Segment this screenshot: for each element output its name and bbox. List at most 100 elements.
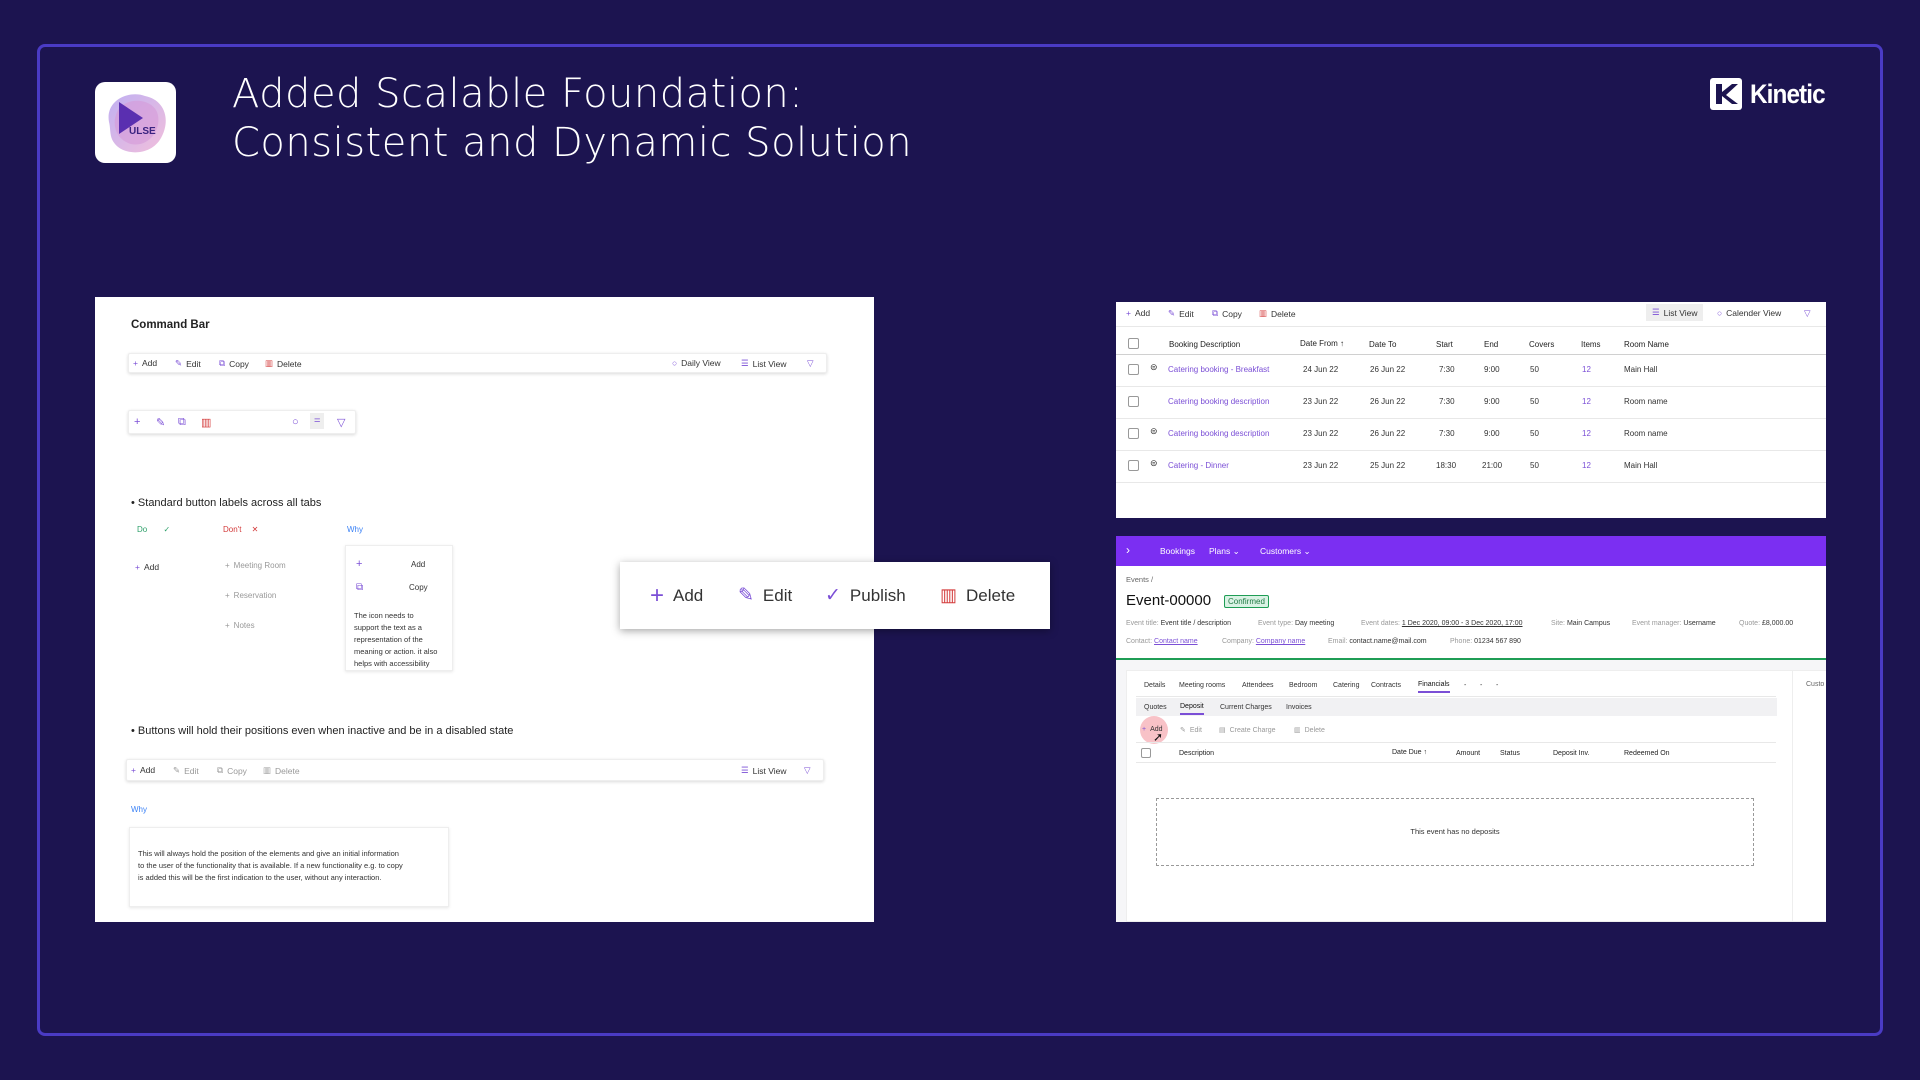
list-icon[interactable]: = bbox=[310, 413, 325, 429]
circle-icon: ○ bbox=[672, 358, 678, 368]
nav-customers[interactable]: Customers ⌄ bbox=[1260, 546, 1311, 557]
list-view-button[interactable]: ☰ List View bbox=[1646, 304, 1704, 321]
tab-meeting-rooms[interactable]: Meeting rooms bbox=[1179, 682, 1225, 689]
column-header: Status bbox=[1500, 750, 1520, 757]
app-logo-icon[interactable]: › bbox=[1126, 543, 1130, 557]
column-header: Redeemed On bbox=[1624, 750, 1670, 757]
meta-key: Event type: bbox=[1258, 620, 1294, 627]
row-checkbox[interactable] bbox=[1128, 460, 1139, 471]
edit-button[interactable]: ✎ Edit bbox=[738, 584, 792, 607]
meta-value: contact.name@mail.com bbox=[1349, 638, 1427, 645]
nav-plans[interactable]: Plans ⌄ bbox=[1209, 546, 1240, 557]
items-link[interactable]: 12 bbox=[1582, 365, 1591, 374]
tab-financials[interactable]: Financials bbox=[1418, 681, 1450, 693]
delete-button[interactable]: ▥ Delete bbox=[940, 585, 1015, 606]
filter-button[interactable]: ▽ bbox=[807, 358, 814, 369]
list-view-button[interactable]: ☰ List View bbox=[741, 765, 786, 776]
copy-icon[interactable]: ⧉ bbox=[178, 416, 186, 429]
meta-event-type: Event type: Day meeting bbox=[1258, 620, 1334, 627]
items-link[interactable]: 12 bbox=[1582, 429, 1591, 438]
subtab-deposit[interactable]: Deposit bbox=[1180, 703, 1204, 715]
filter-button[interactable]: ▽ bbox=[804, 765, 811, 776]
row-checkbox[interactable] bbox=[1128, 396, 1139, 407]
company-link[interactable]: Company name bbox=[1256, 638, 1305, 645]
cell: 9:00 bbox=[1484, 397, 1500, 406]
cell: 7:30 bbox=[1439, 397, 1455, 406]
circle-icon[interactable]: ○ bbox=[292, 416, 299, 428]
items-link[interactable]: 12 bbox=[1582, 397, 1591, 406]
row-checkbox[interactable] bbox=[1128, 428, 1139, 439]
tab-contracts[interactable]: Contracts bbox=[1371, 682, 1401, 689]
contact-link[interactable]: Contact name bbox=[1154, 638, 1198, 645]
plus-icon[interactable]: + bbox=[134, 416, 140, 428]
delete-button[interactable]: ▥ Delete bbox=[265, 358, 302, 369]
calendar-view-button[interactable]: ○ Calender View bbox=[1717, 308, 1781, 318]
cell: 23 Jun 22 bbox=[1303, 397, 1339, 406]
booking-link[interactable]: Catering - Dinner bbox=[1168, 461, 1229, 470]
plus-icon: + bbox=[131, 765, 136, 775]
filter-icon[interactable]: ▽ bbox=[337, 416, 345, 429]
copy-button[interactable]: ⧉ Copy bbox=[1212, 308, 1242, 319]
filter-icon: ▽ bbox=[1804, 308, 1811, 318]
plus-icon: + bbox=[1126, 308, 1131, 318]
bullet-1-text: Standard button labels across all tabs bbox=[137, 497, 322, 509]
cell: Room name bbox=[1624, 429, 1668, 438]
list-view-button[interactable]: ☰ List View bbox=[741, 358, 786, 369]
select-all-checkbox[interactable] bbox=[1128, 338, 1139, 349]
tab-catering[interactable]: Catering bbox=[1333, 682, 1359, 689]
command-bar-full: + Add ✎ Edit ⧉ Copy ▥ Delete ○ Daily View ☰ Li… bbox=[128, 353, 827, 373]
add-button[interactable]: + Add bbox=[131, 765, 155, 775]
column-header[interactable]: Date Due ↑ bbox=[1392, 749, 1427, 756]
edit-button[interactable]: ✎ Edit bbox=[1168, 308, 1194, 319]
cell: 18:30 bbox=[1436, 461, 1457, 470]
meta-value[interactable]: 1 Dec 2020, 09:00 - 3 Dec 2020, 17:00 bbox=[1402, 620, 1523, 627]
why-text: The icon needs to support the text as a … bbox=[354, 610, 437, 670]
tab-details[interactable]: Details bbox=[1144, 682, 1165, 689]
column-header: Date To bbox=[1369, 340, 1397, 349]
chevron-down-icon: ⌄ bbox=[1232, 546, 1240, 556]
row-checkbox[interactable] bbox=[1128, 364, 1139, 375]
daily-view-button[interactable]: ○ Daily View bbox=[672, 358, 721, 368]
delete-button[interactable]: ▥ Delete bbox=[1259, 308, 1296, 319]
add-button[interactable]: + Add bbox=[133, 358, 157, 368]
tab-more[interactable]: - bbox=[1464, 682, 1466, 689]
nav-bookings[interactable]: Bookings bbox=[1160, 546, 1195, 556]
check-icon: ✓ bbox=[163, 525, 171, 534]
tab-bedroom[interactable]: Bedroom bbox=[1289, 682, 1317, 689]
edit-button[interactable]: ✎ Edit bbox=[175, 358, 201, 369]
trash-icon[interactable]: ▥ bbox=[201, 416, 211, 429]
booking-link[interactable]: Catering booking - Breakfast bbox=[1168, 365, 1269, 374]
why-2-text: This will always hold the position of th… bbox=[138, 848, 403, 884]
subtab-current-charges[interactable]: Current Charges bbox=[1220, 704, 1272, 711]
subtab-invoices[interactable]: Invoices bbox=[1286, 704, 1312, 711]
catering-icon: ⊜ bbox=[1150, 426, 1158, 436]
filter-button[interactable]: ▽ bbox=[1804, 308, 1811, 319]
divider bbox=[1136, 762, 1776, 763]
add-button[interactable]: + Add bbox=[1126, 308, 1150, 318]
delete-label: Delete bbox=[966, 585, 1016, 605]
tab-more[interactable]: - bbox=[1496, 682, 1498, 689]
copy-label: Copy bbox=[1222, 308, 1242, 319]
booking-link[interactable]: Catering booking description bbox=[1168, 397, 1269, 406]
breadcrumb[interactable]: Events / bbox=[1126, 575, 1153, 584]
items-link[interactable]: 12 bbox=[1582, 461, 1591, 470]
subtab-quotes[interactable]: Quotes bbox=[1144, 704, 1167, 711]
divider bbox=[1116, 326, 1826, 327]
publish-button[interactable]: ✓ Publish bbox=[825, 584, 906, 607]
why-2-text-line: to the user of the functionality that is… bbox=[138, 861, 403, 870]
pulse-logo: ULSE bbox=[95, 82, 176, 163]
booking-link[interactable]: Catering booking description bbox=[1168, 429, 1269, 438]
tab-more[interactable]: - bbox=[1480, 682, 1482, 689]
trash-icon: ▥ bbox=[263, 765, 272, 775]
add-button[interactable]: + Add bbox=[650, 582, 703, 610]
kinetic-logo-icon bbox=[1710, 78, 1742, 110]
pencil-icon: ✎ bbox=[175, 358, 183, 368]
select-all-checkbox[interactable] bbox=[1141, 748, 1151, 758]
trash-icon: ▥ bbox=[940, 585, 958, 605]
tab-attendees[interactable]: Attendees bbox=[1242, 682, 1274, 689]
copy-button[interactable]: ⧉ Copy bbox=[219, 358, 249, 369]
column-header[interactable]: Date From ↑ bbox=[1300, 339, 1344, 348]
add-label: Add bbox=[1134, 308, 1151, 318]
divider bbox=[1136, 742, 1776, 743]
pencil-icon[interactable]: ✎ bbox=[156, 416, 165, 429]
